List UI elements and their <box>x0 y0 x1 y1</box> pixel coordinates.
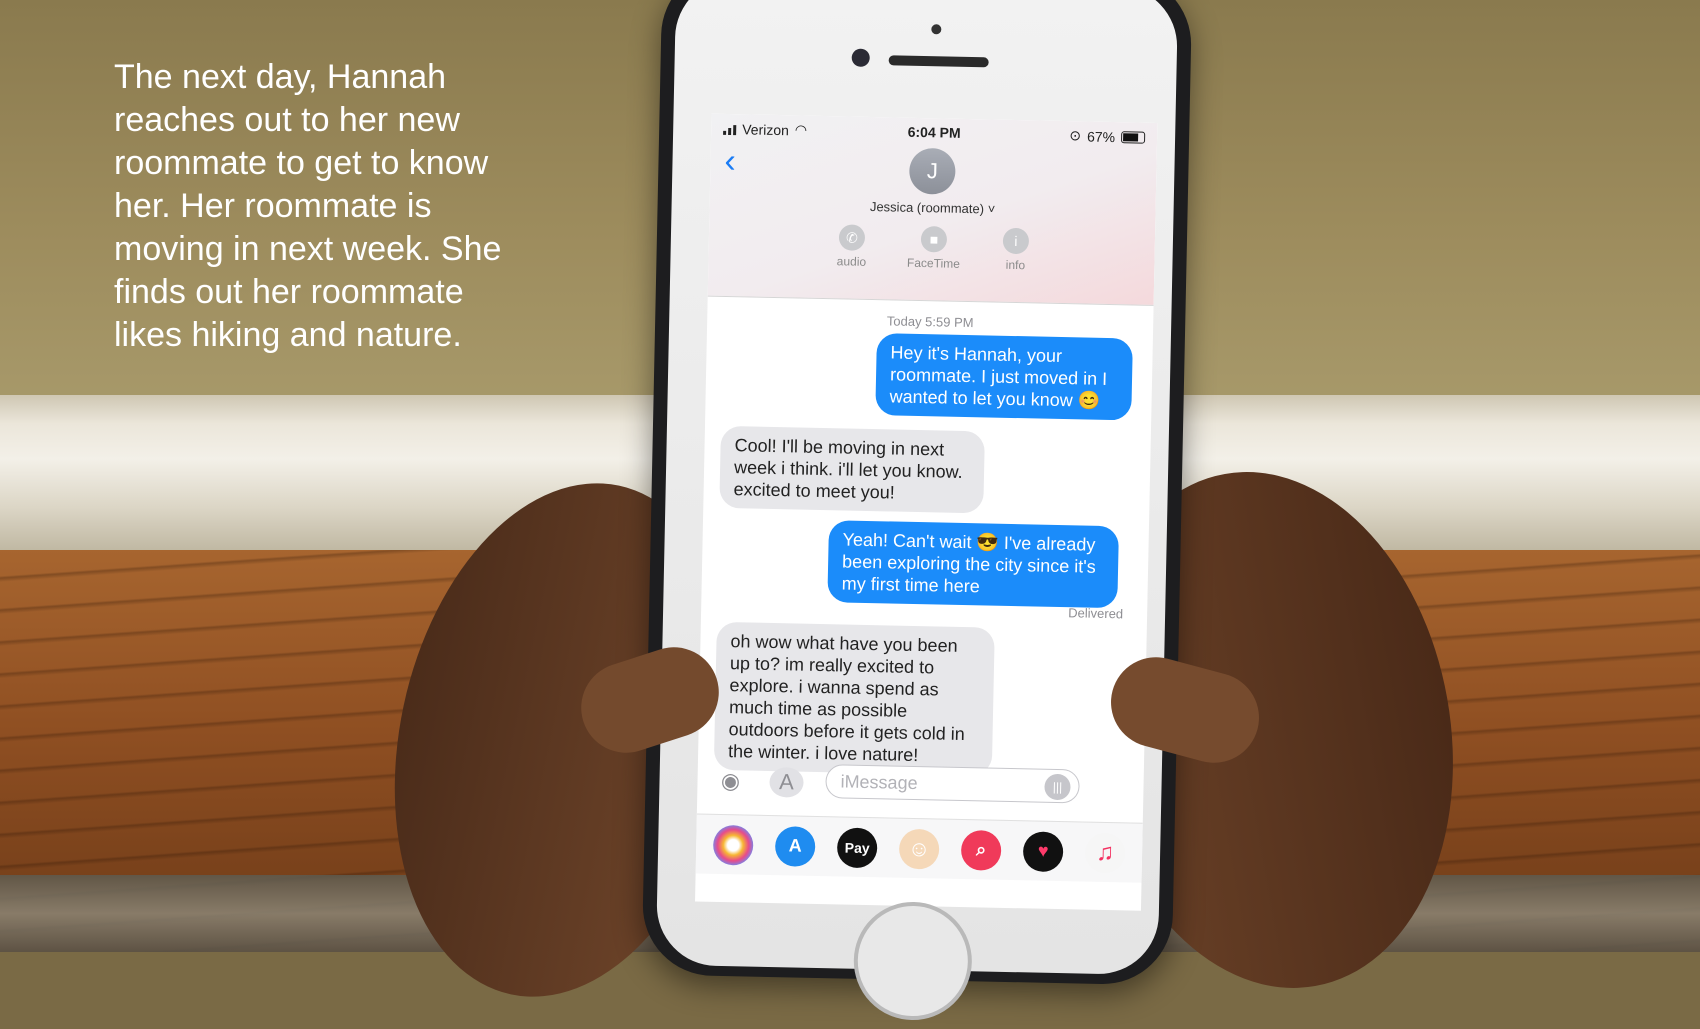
app-store-icon[interactable]: A <box>774 825 816 867</box>
contact-avatar[interactable]: J <box>908 147 956 195</box>
message-bubble-outgoing[interactable]: Hey it's Hannah, your roommate. I just m… <box>875 333 1133 421</box>
battery-percent: 67% <box>1086 127 1116 145</box>
music-icon[interactable]: ♫ <box>1084 832 1126 873</box>
info-icon: i <box>1002 227 1030 255</box>
earpiece-speaker <box>888 55 989 68</box>
contact-name-label: Jessica (roommate) <box>869 198 985 217</box>
message-bubble-incoming[interactable]: Cool! I'll be moving in next week i thin… <box>719 425 985 514</box>
chevron-down-icon: ˅ <box>987 201 996 217</box>
slide-caption: The next day, Hannah reaches out to her … <box>114 58 502 354</box>
message-input-bar: ◉ A iMessage ||| <box>697 753 1144 818</box>
audio-call-button[interactable]: ✆ audio <box>818 224 885 269</box>
audio-label: audio <box>836 254 867 269</box>
app-drawer: A Pay ☺ ⌕ ♥ ♫ <box>695 813 1143 883</box>
apple-pay-icon[interactable]: Pay <box>836 826 878 868</box>
info-button[interactable]: i info <box>982 227 1049 272</box>
video-camera-icon: ■ <box>920 226 948 253</box>
audio-message-icon[interactable]: ||| <box>1044 773 1071 801</box>
orientation-lock-icon: ⊙ <box>1069 127 1082 144</box>
facetime-label: FaceTime <box>906 255 961 271</box>
photos-icon[interactable] <box>712 824 754 866</box>
message-bubble-incoming[interactable]: oh wow what have you been up to? im real… <box>713 621 995 776</box>
apple-pay-label: Pay <box>844 839 870 856</box>
imessage-placeholder: iMessage <box>840 770 918 793</box>
conversation-header: Verizon ◠ 6:04 PM ⊙ 67% ‹ J Jessica (roo… <box>707 113 1158 306</box>
delivered-status: Delivered <box>1068 605 1124 622</box>
phone-icon: ✆ <box>838 224 866 251</box>
proximity-sensor <box>931 24 942 35</box>
contact-name[interactable]: Jessica (roommate) ˅ <box>709 196 1155 220</box>
digital-touch-icon[interactable]: ♥ <box>1022 830 1064 872</box>
info-label: info <box>1005 257 1026 273</box>
messages-screen: Verizon ◠ 6:04 PM ⊙ 67% ‹ J Jessica (roo… <box>695 113 1158 911</box>
status-bar: Verizon ◠ 6:04 PM ⊙ 67% <box>711 120 1157 149</box>
camera-icon[interactable]: ◉ <box>713 766 748 797</box>
contact-actions: ✆ audio ■ FaceTime i info <box>818 224 1049 273</box>
facetime-button[interactable]: ■ FaceTime <box>900 226 967 271</box>
home-button[interactable] <box>852 900 974 1022</box>
battery-icon <box>1121 130 1146 144</box>
imessage-input[interactable]: iMessage ||| <box>825 764 1080 804</box>
app-store-toggle-icon[interactable]: A <box>769 766 804 798</box>
web-search-icon[interactable]: ⌕ <box>960 829 1002 871</box>
back-chevron-icon[interactable]: ‹ <box>724 142 736 180</box>
message-bubble-outgoing[interactable]: Yeah! Can't wait 😎 I've already been exp… <box>827 520 1119 609</box>
iphone: Verizon ◠ 6:04 PM ⊙ 67% ‹ J Jessica (roo… <box>641 0 1193 1022</box>
memoji-icon[interactable]: ☺ <box>898 828 940 870</box>
front-camera <box>851 48 870 67</box>
conversation-timestamp: Today 5:59 PM <box>886 313 974 331</box>
phone-bezel: Verizon ◠ 6:04 PM ⊙ 67% ‹ J Jessica (roo… <box>655 0 1179 1022</box>
